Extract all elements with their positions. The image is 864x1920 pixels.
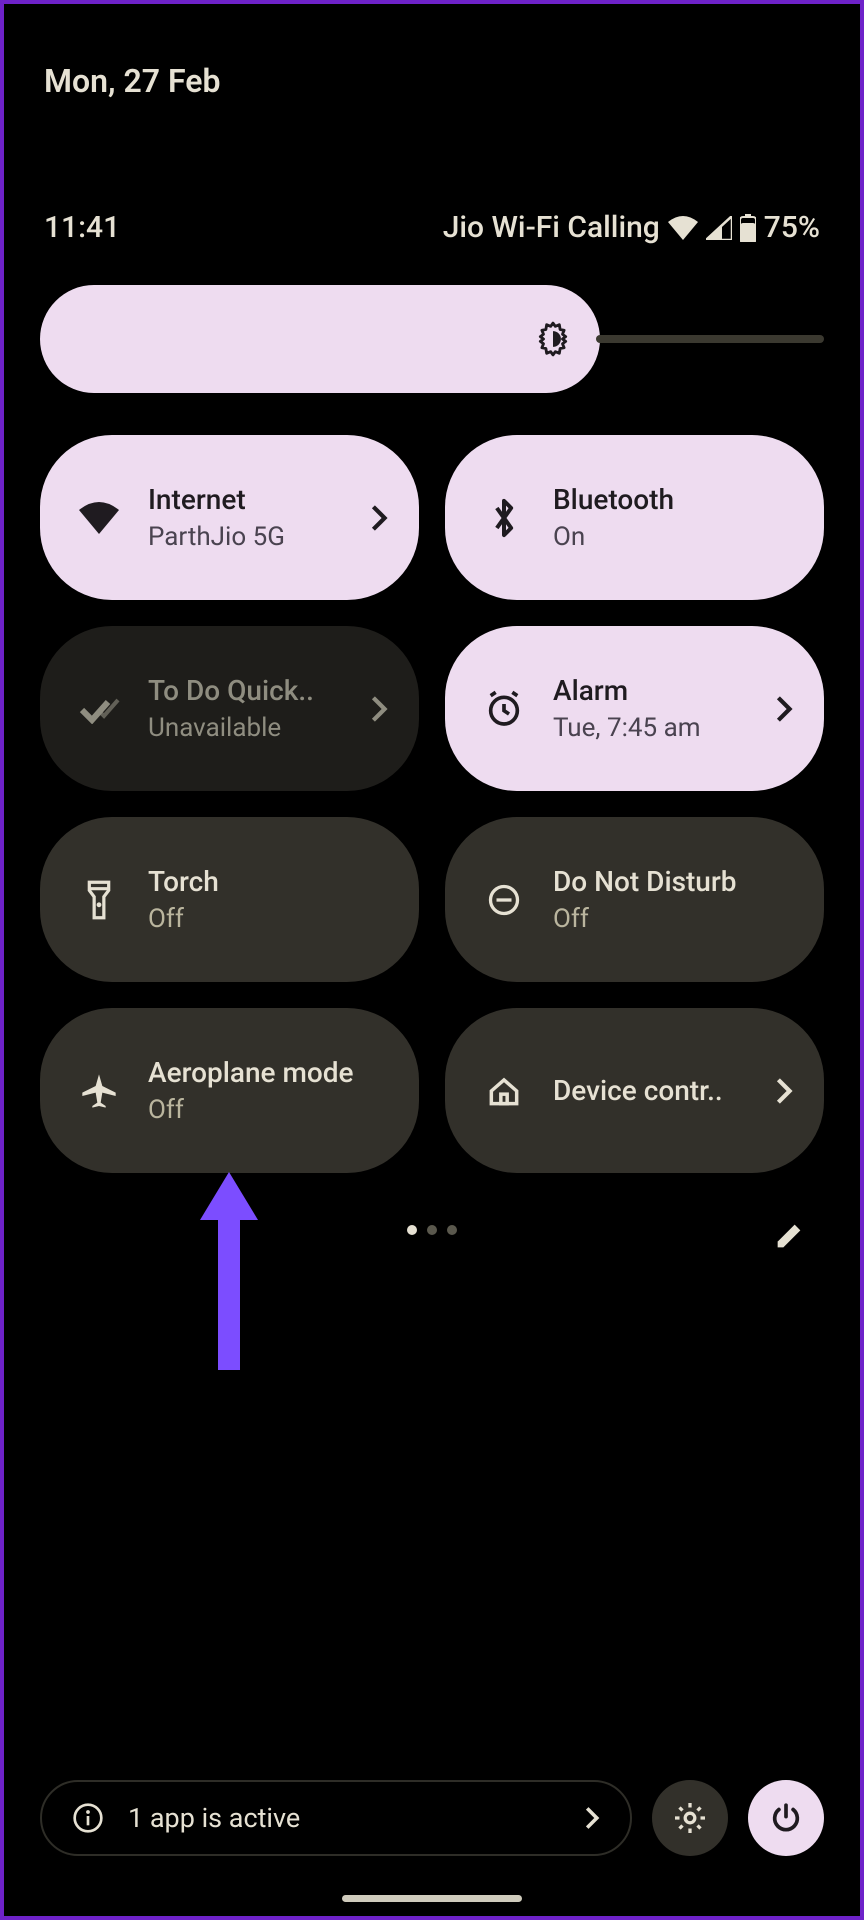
wifi-icon	[78, 497, 120, 539]
edit-button[interactable]	[772, 1219, 806, 1253]
check-icon	[78, 688, 120, 730]
tile-title: Aeroplane mode	[148, 1056, 391, 1089]
tile-title: To Do Quick..	[148, 674, 339, 707]
wifi-icon	[668, 216, 698, 240]
chevron-right-icon	[367, 504, 391, 532]
page-dot	[407, 1225, 417, 1235]
chevron-right-icon	[772, 695, 796, 723]
flashlight-icon	[78, 879, 120, 921]
tile-dnd[interactable]: Do Not Disturb Off	[445, 817, 824, 982]
tile-title: Device contr..	[553, 1074, 744, 1107]
active-apps-button[interactable]: 1 app is active	[40, 1780, 632, 1856]
clock-time: 11:41	[44, 210, 120, 245]
page-indicator	[4, 1225, 860, 1235]
tile-alarm[interactable]: Alarm Tue, 7:45 am	[445, 626, 824, 791]
tile-title: Torch	[148, 865, 391, 898]
settings-button[interactable]	[652, 1780, 728, 1856]
tile-subtitle: Off	[553, 904, 796, 934]
tile-subtitle: Off	[148, 904, 391, 934]
page-dot	[427, 1225, 437, 1235]
gear-icon	[672, 1800, 708, 1836]
tile-title: Internet	[148, 483, 339, 516]
tile-title: Bluetooth	[553, 483, 796, 516]
tile-internet[interactable]: Internet ParthJio 5G	[40, 435, 419, 600]
chevron-right-icon	[367, 695, 391, 723]
date-label: Mon, 27 Feb	[4, 4, 860, 100]
brightness-icon	[534, 320, 572, 358]
tile-subtitle: Tue, 7:45 am	[553, 713, 744, 743]
tile-bluetooth[interactable]: Bluetooth On	[445, 435, 824, 600]
tile-torch[interactable]: Torch Off	[40, 817, 419, 982]
status-bar: 11:41 Jio Wi-Fi Calling 75%	[4, 100, 860, 245]
tile-subtitle: On	[553, 522, 796, 552]
annotation-arrow	[194, 1166, 264, 1376]
tile-todo[interactable]: To Do Quick.. Unavailable	[40, 626, 419, 791]
tile-subtitle: Unavailable	[148, 713, 339, 743]
dnd-icon	[483, 879, 525, 921]
network-label: Jio Wi-Fi Calling	[443, 210, 660, 245]
info-icon	[72, 1802, 104, 1834]
battery-icon	[740, 214, 756, 242]
airplane-icon	[78, 1070, 120, 1112]
alarm-icon	[483, 688, 525, 730]
active-apps-label: 1 app is active	[128, 1802, 560, 1834]
chevron-right-icon	[584, 1806, 600, 1830]
tile-title: Do Not Disturb	[553, 865, 796, 898]
tile-title: Alarm	[553, 674, 744, 707]
brightness-slider[interactable]	[40, 285, 824, 393]
power-icon	[769, 1801, 803, 1835]
tile-subtitle: ParthJio 5G	[148, 522, 339, 552]
bluetooth-icon	[483, 497, 525, 539]
chevron-right-icon	[772, 1077, 796, 1105]
tile-subtitle: Off	[148, 1095, 391, 1125]
home-icon	[483, 1070, 525, 1112]
tile-airplane[interactable]: Aeroplane mode Off	[40, 1008, 419, 1173]
tile-device-controls[interactable]: Device contr..	[445, 1008, 824, 1173]
signal-icon	[706, 216, 732, 240]
nav-handle[interactable]	[342, 1895, 522, 1902]
page-dot	[447, 1225, 457, 1235]
power-button[interactable]	[748, 1780, 824, 1856]
battery-percent: 75%	[764, 210, 820, 245]
